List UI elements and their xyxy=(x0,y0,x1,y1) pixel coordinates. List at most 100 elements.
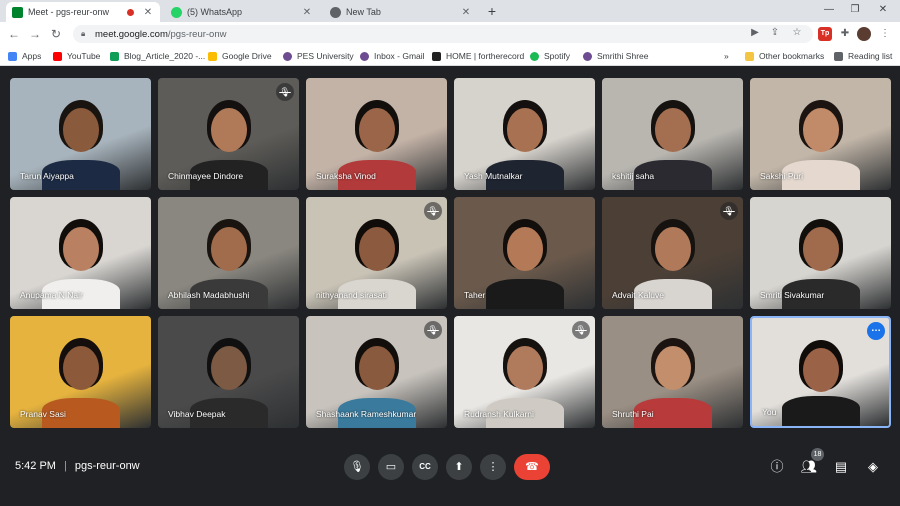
bookmark-gmail[interactable]: Inbox - Gmail xyxy=(360,49,425,63)
captions-button[interactable]: CC xyxy=(412,454,438,480)
participant-tile[interactable]: Rudransh Kulkarni 🎙︎ xyxy=(454,316,595,428)
address-bar[interactable]: 🔒︎ meet.google.com/pgs-reur-onw xyxy=(73,25,813,43)
meeting-code[interactable]: pgs-reur-onw xyxy=(75,460,140,472)
participant-tile[interactable]: Taher xyxy=(454,197,595,309)
bookmark-apps[interactable]: Apps xyxy=(8,49,41,63)
captions-icon: CC xyxy=(419,462,431,471)
participant-face xyxy=(62,227,99,271)
participant-name: Smriti Sivakumar xyxy=(760,290,825,300)
bookmark-pes[interactable]: PES University xyxy=(283,49,354,63)
microphone-button[interactable]: 🎙︎ xyxy=(344,454,370,480)
tab-new-tab[interactable]: New Tab ✕ xyxy=(324,2,478,22)
mic-muted-icon: 🎙︎ xyxy=(424,321,442,339)
participant-tile[interactable]: Abhilash Madabhushi xyxy=(158,197,299,309)
folder-icon xyxy=(745,51,754,61)
bookmark-label: PES University xyxy=(297,51,354,61)
profile-avatar[interactable] xyxy=(857,27,871,41)
participant-tile[interactable]: Yash Mutnalkar xyxy=(454,78,595,190)
bookmark-spotify[interactable]: Spotify xyxy=(530,49,570,63)
bookmark-other[interactable]: Other bookmarks xyxy=(745,49,824,63)
tab-whatsapp[interactable]: (5) WhatsApp ✕ xyxy=(165,2,319,22)
camera-in-use-icon[interactable]: ▶ xyxy=(748,26,762,40)
participant-face xyxy=(210,346,247,390)
globe-icon xyxy=(360,51,369,61)
participant-tile[interactable]: Anupama N Nair xyxy=(10,197,151,309)
participant-body xyxy=(485,279,564,309)
maximize-icon[interactable]: ❐ xyxy=(844,2,866,18)
minimize-icon[interactable]: — xyxy=(818,2,840,18)
new-tab-button[interactable]: + xyxy=(484,3,500,19)
reload-icon[interactable]: ↻ xyxy=(48,26,64,42)
close-icon[interactable]: ✕ xyxy=(301,7,313,18)
participants-count-badge: 18 xyxy=(811,448,824,461)
end-call-button[interactable]: ☎︎ xyxy=(514,454,550,480)
participant-face xyxy=(802,227,839,271)
forward-arrow-icon[interactable]: → xyxy=(27,26,43,42)
participant-name: Rudransh Kulkarni xyxy=(464,409,534,419)
drive-icon xyxy=(208,51,217,61)
participant-name: You xyxy=(762,407,777,417)
participant-face xyxy=(654,346,691,390)
participant-name: Chinmayee Dindore xyxy=(168,171,244,181)
bookmarks-overflow-button[interactable]: » xyxy=(724,49,729,63)
self-video-tile[interactable]: You … xyxy=(750,316,891,428)
bookmark-label: Apps xyxy=(22,51,42,61)
camera-button[interactable]: ▭ xyxy=(378,454,404,480)
participant-name: Pranav Sasi xyxy=(20,409,66,419)
chrome-favicon-icon xyxy=(330,6,341,18)
bookmark-google-drive[interactable]: Google Drive xyxy=(208,49,272,63)
info-icon[interactable]: ⓘ xyxy=(768,458,786,476)
extension-tp-icon[interactable]: Tp xyxy=(818,27,832,41)
bookmark-label: Blog_Article_2020 -... xyxy=(124,51,206,61)
back-arrow-icon[interactable]: ← xyxy=(6,26,22,42)
bookmark-star-icon[interactable]: ☆ xyxy=(790,26,804,40)
extensions-puzzle-icon[interactable]: ✚ xyxy=(838,27,852,41)
present-button[interactable]: ⬆︎ xyxy=(446,454,472,480)
tile-options-icon[interactable]: … xyxy=(867,322,885,340)
participant-face xyxy=(62,108,99,152)
bookmark-smrithi[interactable]: Smrithi Shree xyxy=(583,49,649,63)
mic-muted-icon: 🎙︎ xyxy=(572,321,590,339)
participant-tile[interactable]: Sakshi Puri xyxy=(750,78,891,190)
participant-tile[interactable]: Suraksha Vinod xyxy=(306,78,447,190)
bookmark-label: Smrithi Shree xyxy=(597,51,649,61)
participant-tile[interactable]: Chinmayee Dindore 🎙︎ xyxy=(158,78,299,190)
bookmark-fortherecord[interactable]: HOME | fortherecord xyxy=(432,49,524,63)
participant-tile[interactable]: Vibhav Deepak xyxy=(158,316,299,428)
participant-tile[interactable]: Pranav Sasi xyxy=(10,316,151,428)
share-icon[interactable]: ⇪ xyxy=(768,26,782,40)
participant-body xyxy=(781,396,860,426)
participant-face xyxy=(506,108,543,152)
bookmark-label: Spotify xyxy=(544,51,570,61)
participant-tile[interactable]: Smriti Sivakumar xyxy=(750,197,891,309)
tab-label: New Tab xyxy=(346,7,381,17)
participant-tile[interactable]: nithyanand sirasati 🎙︎ xyxy=(306,197,447,309)
participant-name: Yash Mutnalkar xyxy=(464,171,523,181)
menu-kebab-icon[interactable]: ⋮ xyxy=(878,27,892,41)
chat-icon[interactable]: ▤ xyxy=(832,458,850,476)
bookmark-label: Other bookmarks xyxy=(759,51,825,61)
meet-stage: Tarun Aiyappa Chinmayee Dindore 🎙︎ Suraksha… xyxy=(0,66,900,506)
bookmark-label: Inbox - Gmail xyxy=(374,51,425,61)
window-close-icon[interactable]: ✕ xyxy=(872,2,894,18)
participant-face xyxy=(506,346,543,390)
participant-tile[interactable]: Shruthi Pai xyxy=(602,316,743,428)
close-icon[interactable]: ✕ xyxy=(460,7,472,18)
participant-name: Suraksha Vinod xyxy=(316,171,376,181)
bookmark-youtube[interactable]: YouTube xyxy=(53,49,100,63)
address-toolbar: ← → ↻ 🔒︎ meet.google.com/pgs-reur-onw ▶ … xyxy=(0,22,900,46)
activities-icon[interactable]: ◈ xyxy=(864,458,882,476)
close-icon[interactable]: ✕ xyxy=(142,7,154,18)
participant-tile[interactable]: Shashaank Rameshkumar 🎙︎ xyxy=(306,316,447,428)
participant-tile[interactable]: Advait Kaluve 🎙︎ xyxy=(602,197,743,309)
participant-name: Advait Kaluve xyxy=(612,290,664,300)
url-host: meet.google.com xyxy=(95,28,168,40)
participant-tile[interactable]: Tarun Aiyappa xyxy=(10,78,151,190)
more-options-button[interactable]: ⋮ xyxy=(480,454,506,480)
bookmark-reading-list[interactable]: Reading list xyxy=(834,49,892,63)
bookmark-blog[interactable]: Blog_Article_2020 -... xyxy=(110,49,205,63)
tab-meet[interactable]: Meet - pgs-reur-onw ✕ xyxy=(6,2,160,22)
participant-tile[interactable]: kshitij saha xyxy=(602,78,743,190)
meeting-info-separator: | xyxy=(63,460,67,472)
participant-face xyxy=(506,227,543,271)
